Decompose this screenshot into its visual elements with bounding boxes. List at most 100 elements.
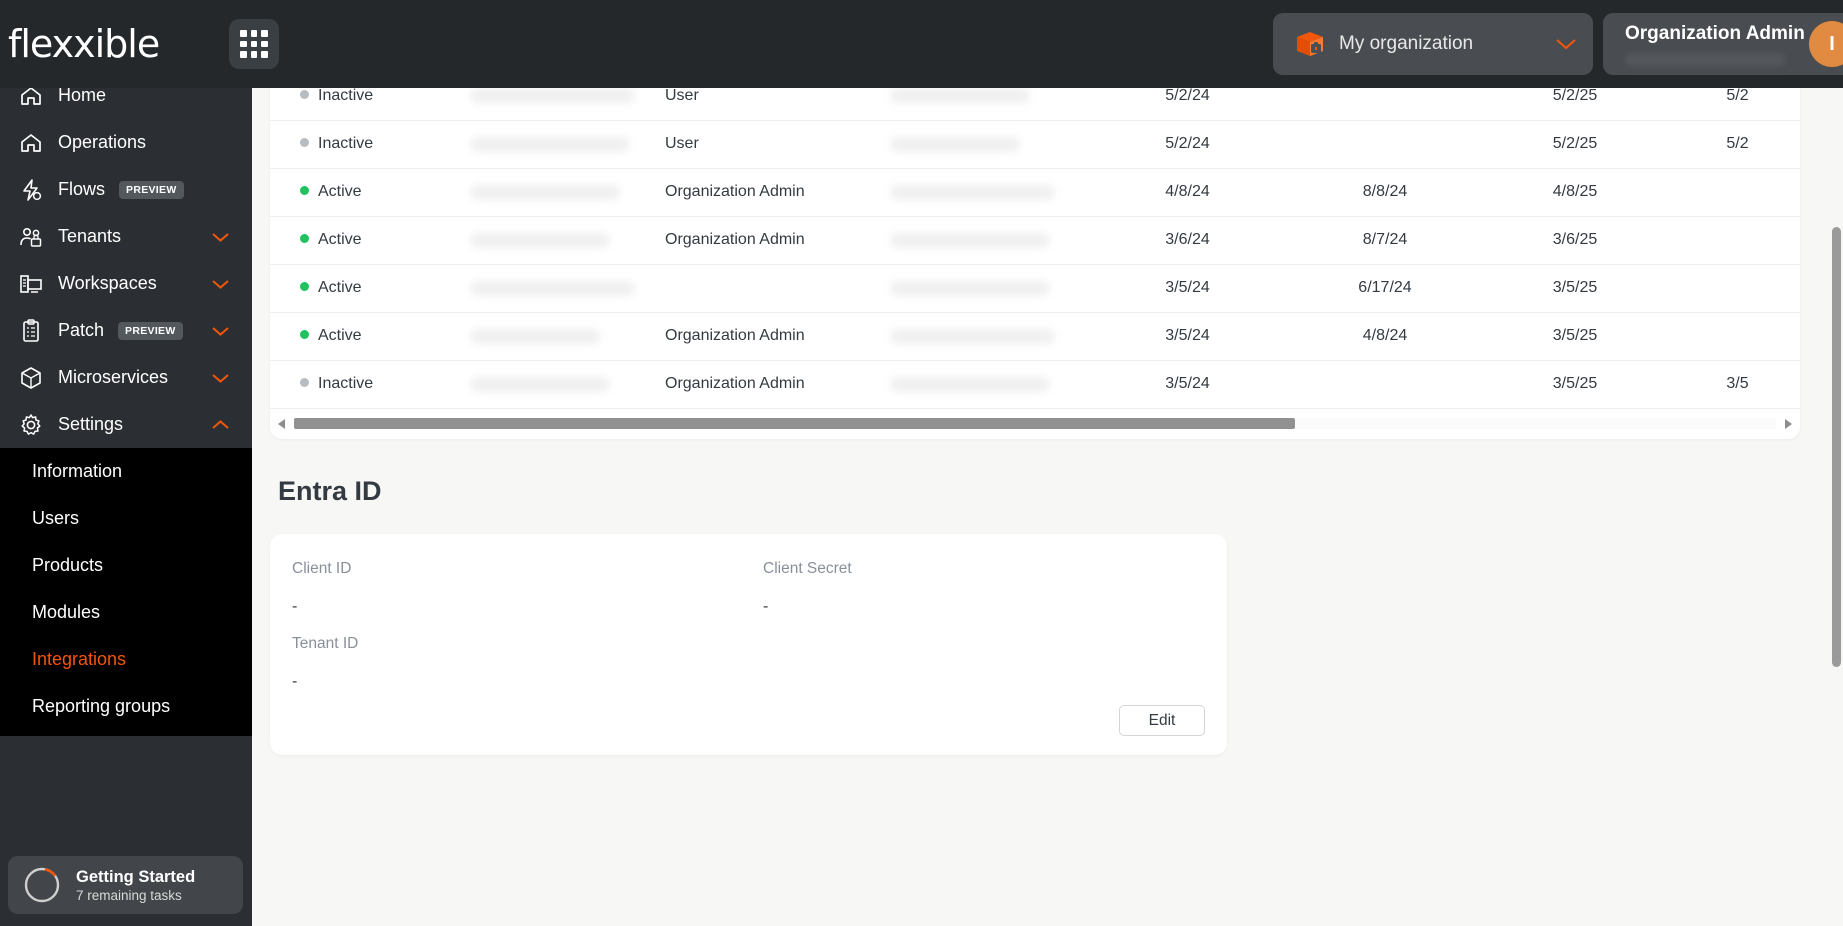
- getting-started-widget[interactable]: Getting Started 7 remaining tasks: [8, 856, 243, 914]
- field-client-id: Client ID -: [292, 560, 351, 616]
- package-box-icon: [1297, 32, 1323, 56]
- grid-apps-icon[interactable]: [229, 19, 279, 69]
- scroll-left-arrow-icon[interactable]: [274, 417, 288, 431]
- cell-date-1: 4/8/24: [1090, 168, 1285, 217]
- submenu-label: Reporting groups: [32, 696, 171, 716]
- sidebar-item-flows[interactable]: Flows PREVIEW: [0, 166, 252, 213]
- chevron-down-icon[interactable]: [211, 231, 230, 243]
- cell-extra-redacted: [890, 360, 1090, 409]
- edit-button[interactable]: Edit: [1119, 705, 1205, 736]
- cell-extra-redacted: [890, 312, 1090, 361]
- cell-role: Organization Admin: [665, 168, 890, 217]
- sidebar-item-information[interactable]: Information: [0, 448, 252, 495]
- sidebar: Home Operations Flows PREVIEW Tenants Wo…: [0, 72, 252, 926]
- cell-date-1: 3/5/24: [1090, 264, 1285, 313]
- table-row[interactable]: Active 3/5/24 6/17/24 3/5/25: [270, 264, 1800, 313]
- submenu-label: Information: [32, 461, 123, 481]
- chevron-down-icon[interactable]: [211, 325, 230, 337]
- page-scrollbar[interactable]: [1828, 72, 1843, 926]
- sidebar-item-settings[interactable]: Settings: [0, 401, 252, 448]
- microservices-cube-icon: [21, 366, 41, 389]
- field-client-secret: Client Secret -: [763, 560, 852, 616]
- cell-name-redacted: [470, 120, 665, 169]
- chevron-up-icon[interactable]: [211, 419, 230, 431]
- getting-started-subtitle: 7 remaining tasks: [76, 887, 182, 903]
- users-table-card: Inactive User 5/2/24 5/2/25 5/2 Inactive: [270, 72, 1800, 439]
- cell-date-2: 8/8/24: [1285, 168, 1485, 217]
- status-dot-icon: [300, 138, 309, 148]
- user-menu[interactable]: Organization Admin I: [1603, 13, 1843, 75]
- sidebar-item-label: Home: [58, 85, 107, 105]
- chevron-down-icon[interactable]: [211, 372, 230, 384]
- field-label: Client ID: [292, 560, 352, 577]
- cell-role: User: [665, 120, 890, 169]
- scrollbar-thumb[interactable]: [294, 418, 1295, 429]
- app-root: flexxible My organization Organization A…: [0, 0, 1843, 926]
- sidebar-item-integrations[interactable]: Integrations: [0, 636, 252, 683]
- submenu-label: Users: [32, 508, 80, 528]
- cell-date-3: 3/6/25: [1485, 216, 1665, 265]
- user-email-redacted: [1625, 53, 1785, 66]
- sidebar-item-microservices[interactable]: Microservices: [0, 354, 252, 401]
- cell-role: Organization Admin: [665, 216, 890, 265]
- status-label: Active: [318, 230, 362, 248]
- sidebar-item-users[interactable]: Users: [0, 495, 252, 542]
- cell-extra-redacted: [890, 168, 1090, 217]
- preview-badge: PREVIEW: [118, 321, 183, 340]
- status-dot-icon: [300, 234, 309, 244]
- table-row[interactable]: Inactive User 5/2/24 5/2/25 5/2: [270, 120, 1800, 169]
- table-row[interactable]: Active Organization Admin 3/6/24 8/7/24 …: [270, 216, 1800, 265]
- field-label: Client Secret: [763, 560, 852, 577]
- preview-badge: PREVIEW: [119, 180, 184, 199]
- table-horizontal-scrollbar[interactable]: [270, 408, 1800, 439]
- cell-name-redacted: [470, 168, 665, 217]
- avatar[interactable]: I: [1809, 21, 1843, 67]
- sidebar-item-tenants[interactable]: Tenants: [0, 213, 252, 260]
- table-row[interactable]: Active Organization Admin 3/5/24 4/8/24 …: [270, 312, 1800, 361]
- sidebar-item-reporting-groups[interactable]: Reporting groups: [0, 683, 252, 730]
- cell-date-4: [1665, 264, 1800, 313]
- user-role-label: Organization Admin: [1625, 23, 1805, 44]
- cell-date-2: 6/17/24: [1285, 264, 1485, 313]
- patch-clipboard-icon: [23, 318, 39, 342]
- sidebar-item-label: Workspaces: [58, 273, 157, 293]
- sidebar-item-label: Flows: [58, 179, 106, 199]
- tenants-users-icon: [20, 227, 42, 247]
- sidebar-item-operations[interactable]: Operations: [0, 119, 252, 166]
- sidebar-item-workspaces[interactable]: Workspaces: [0, 260, 252, 307]
- cell-name-redacted: [470, 360, 665, 409]
- chevron-down-icon[interactable]: [211, 278, 230, 290]
- field-label: Tenant ID: [292, 635, 359, 652]
- entra-id-card: Client ID - Client Secret - Tenant ID - …: [270, 534, 1227, 755]
- scroll-right-arrow-icon[interactable]: [1782, 417, 1796, 431]
- cell-name-redacted: [470, 312, 665, 361]
- organization-selector[interactable]: My organization: [1273, 13, 1593, 75]
- cell-status: Active: [270, 168, 470, 217]
- sidebar-item-label: Tenants: [58, 226, 122, 246]
- cell-date-4: 5/2: [1665, 120, 1800, 169]
- status-label: Inactive: [318, 374, 374, 392]
- status-dot-icon: [300, 282, 309, 292]
- cell-status: Inactive: [270, 360, 470, 409]
- table-row[interactable]: Inactive Organization Admin 3/5/24 3/5/2…: [270, 360, 1800, 409]
- organization-label: My organization: [1339, 33, 1474, 54]
- cell-name-redacted: [470, 216, 665, 265]
- status-dot-icon: [300, 330, 309, 340]
- page-scrollbar-thumb[interactable]: [1832, 227, 1841, 667]
- sidebar-item-patch[interactable]: Patch PREVIEW: [0, 307, 252, 354]
- status-dot-icon: [300, 186, 309, 196]
- cell-date-1: 5/2/24: [1090, 120, 1285, 169]
- sidebar-item-products[interactable]: Products: [0, 542, 252, 589]
- cell-date-4: 3/5: [1665, 360, 1800, 409]
- chevron-down-icon[interactable]: [1555, 37, 1577, 51]
- status-label: Active: [318, 326, 362, 344]
- sidebar-item-modules[interactable]: Modules: [0, 589, 252, 636]
- workspaces-monitor-icon: [20, 274, 42, 293]
- submenu-label: Integrations: [32, 649, 127, 669]
- cell-date-1: 3/6/24: [1090, 216, 1285, 265]
- scrollbar-track[interactable]: [294, 418, 1776, 429]
- cell-date-3: 5/2/25: [1485, 120, 1665, 169]
- table-row[interactable]: Active Organization Admin 4/8/24 8/8/24 …: [270, 168, 1800, 217]
- cell-extra-redacted: [890, 216, 1090, 265]
- cell-status: Active: [270, 216, 470, 265]
